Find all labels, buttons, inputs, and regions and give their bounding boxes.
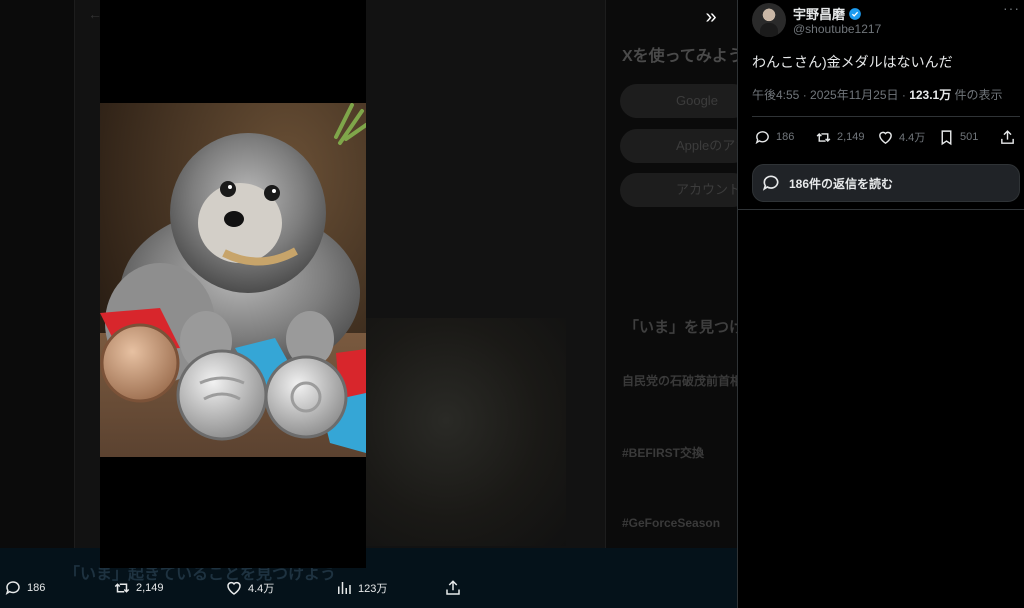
more-icon[interactable]: ···	[1003, 0, 1020, 16]
background-apple-button: Appleのアカウント	[620, 129, 737, 163]
retweet-button[interactable]: 2,149	[815, 125, 865, 149]
media-views-count: 123万	[358, 583, 388, 595]
tweet-photo[interactable]	[100, 103, 366, 457]
background-account-button: アカウント	[620, 173, 737, 207]
media-like-button[interactable]: 4.4万	[225, 568, 274, 608]
background-google-button: Google	[620, 84, 737, 118]
chevron-double-right-icon[interactable]: »	[697, 4, 725, 32]
media-reply-button[interactable]: 186	[4, 568, 45, 608]
tweet-view-count: 123.1万	[909, 88, 952, 102]
read-replies-button[interactable]: 186件の返信を読む	[752, 164, 1020, 202]
reply-button[interactable]: 186	[754, 125, 794, 149]
reply-count: 186	[776, 131, 795, 143]
background-trend-3: #GeForceSeason	[622, 516, 721, 530]
media-like-count: 4.4万	[248, 583, 275, 595]
share-button[interactable]	[999, 125, 1016, 149]
reply-icon	[5, 581, 20, 595]
like-icon	[879, 131, 892, 144]
media-viewer	[100, 0, 366, 568]
views-icon	[338, 582, 351, 594]
like-button[interactable]: 4.4万	[877, 125, 925, 149]
share-icon	[446, 580, 460, 595]
media-retweet-button[interactable]: 2,149	[113, 568, 164, 608]
tweet-meta: 午後4:55 · 2025年11月25日 · 123.1万 件の表示	[752, 86, 1003, 103]
media-action-bar: 186 2,149 4.4万 123万	[0, 568, 737, 608]
tweet-header: 宇野昌磨 @shoutube1217 ··· わんこさん)金メダルはないんだ 午…	[738, 0, 1024, 210]
author-name-text: 宇野昌磨	[793, 7, 846, 22]
tweet-detail-panel: 宇野昌磨 @shoutube1217 ··· わんこさん)金メダルはないんだ 午…	[737, 0, 1024, 608]
background-trend-1: 自民党の石破茂前首相	[622, 374, 737, 388]
like-icon	[227, 581, 241, 595]
verified-icon	[849, 7, 861, 20]
bookmark-count: 501	[960, 131, 979, 143]
like-count: 4.4万	[899, 132, 926, 144]
tweet-text: わんこさん)金メダルはないんだ	[752, 54, 953, 70]
retweet-icon	[816, 132, 831, 142]
background-photo	[366, 318, 566, 546]
media-views-button[interactable]: 123万	[335, 568, 387, 608]
retweet-count: 2,149	[837, 131, 865, 143]
media-retweet-count: 2,149	[136, 582, 164, 594]
media-reply-count: 186	[27, 582, 46, 594]
bookmark-icon	[941, 129, 952, 145]
chat-bubble-icon	[762, 175, 779, 191]
background-promo-title: Xを使ってみよう	[622, 48, 737, 65]
avatar[interactable]	[752, 3, 786, 37]
read-replies-label: 186件の返信を読む	[789, 176, 894, 191]
bookmark-button[interactable]: 501	[938, 125, 978, 149]
share-icon	[1001, 129, 1014, 144]
dog-with-medals-image	[100, 103, 366, 457]
author-name[interactable]: 宇野昌磨	[793, 4, 862, 23]
media-share-button[interactable]	[444, 568, 462, 608]
retweet-icon	[114, 583, 130, 593]
tweet-timestamp[interactable]: 午後4:55 · 2025年11月25日 ·	[752, 88, 909, 102]
divider	[752, 116, 1020, 117]
reply-icon	[755, 130, 769, 144]
background-trend-2: #BEFIRST交換	[622, 446, 705, 460]
author-handle[interactable]: @shoutube1217	[793, 22, 881, 36]
tweet-view-label: 件の表示	[951, 88, 1003, 102]
background-trends-heading: 「いま」を見つけよう	[624, 319, 737, 336]
